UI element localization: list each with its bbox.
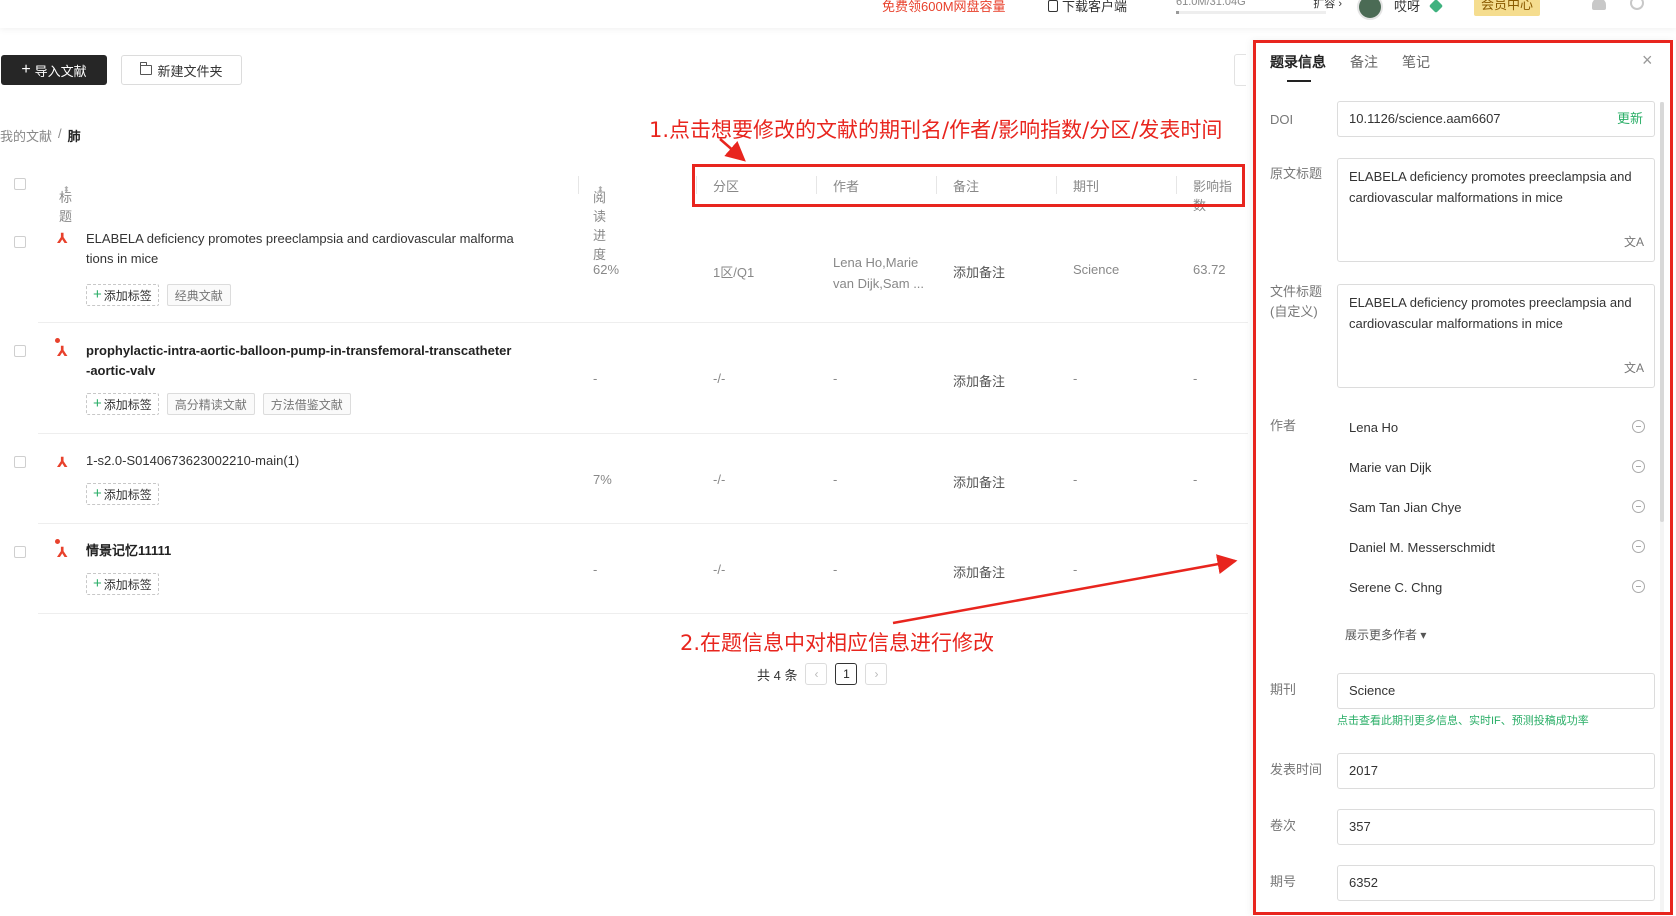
annotation-step2: 2.在题信息中对相应信息进行修改 <box>680 631 995 655</box>
breadcrumb-separator: / <box>58 126 62 141</box>
reading-progress: 62% <box>593 262 620 277</box>
annotation-step1: 1.点击想要修改的文献的期刊名/作者/影响指数/分区/发表时间 <box>649 118 1223 142</box>
add-note-link[interactable]: 添加备注 <box>953 562 1005 581</box>
row-checkbox[interactable] <box>14 456 26 468</box>
tag-list: + 添加标签 经典文献 <box>86 284 231 306</box>
journal-cell[interactable]: - <box>1073 562 1077 577</box>
literature-title[interactable]: 情景记忆11111 <box>86 541 514 561</box>
table-row[interactable]: ⅄ 1-s2.0-S0140673623002210-main(1) + 添加标签… <box>14 434 1248 524</box>
literature-title[interactable]: ELABELA deficiency promotes preeclampsia… <box>86 229 514 269</box>
add-tag-button[interactable]: + 添加标签 <box>86 573 159 595</box>
impact-cell[interactable]: - <box>1193 472 1197 487</box>
journal-cell[interactable]: - <box>1073 472 1077 487</box>
select-all-checkbox[interactable] <box>14 178 26 190</box>
collapsed-control[interactable] <box>1234 54 1246 86</box>
tag-list: + 添加标签 <box>86 573 159 595</box>
reading-progress: - <box>593 562 598 577</box>
free-storage-promo-link[interactable]: 免费领600M网盘容量 <box>882 0 1006 15</box>
folder-icon <box>140 62 153 75</box>
tag-list: + 添加标签 高分精读文献 方法借鉴文献 <box>86 393 351 415</box>
import-literature-button[interactable]: + 导入文献 <box>1 55 107 85</box>
annotation-panel-highlight <box>1253 40 1673 915</box>
tag-chip[interactable]: 方法借鉴文献 <box>262 393 351 415</box>
table-row[interactable]: ⅄ prophylactic-intra-aortic-balloon-pump… <box>14 323 1248 434</box>
impact-cell[interactable]: 63.72 <box>1193 262 1226 277</box>
vip-diamond-icon <box>1428 0 1444 14</box>
storage-usage: 61.0M/31.04G 扩容 › <box>1176 0 1342 14</box>
storage-text: 61.0M/31.04G <box>1176 0 1246 8</box>
row-checkbox[interactable] <box>14 546 26 558</box>
zone-cell[interactable]: -/- <box>713 472 725 487</box>
author-cell[interactable]: - <box>833 562 837 577</box>
plus-icon: + <box>93 485 102 502</box>
new-folder-button[interactable]: 新建文件夹 <box>121 55 242 85</box>
annotation-header-highlight <box>692 164 1245 207</box>
breadcrumb-current: 肺 <box>67 129 81 144</box>
author-cell[interactable]: - <box>833 371 837 386</box>
next-page-button[interactable]: › <box>865 663 888 685</box>
new-folder-label: 新建文件夹 <box>157 63 223 79</box>
avatar[interactable] <box>1357 0 1383 20</box>
reading-progress: 7% <box>593 472 612 487</box>
column-separator <box>578 176 579 194</box>
username[interactable]: 哎呀 <box>1394 0 1420 15</box>
pdf-icon: ⅄ <box>57 454 68 470</box>
sort-icon: ⬍ <box>63 185 70 194</box>
tag-chip[interactable]: 经典文献 <box>166 284 231 306</box>
pdf-icon: ⅄ <box>57 544 68 560</box>
zone-cell[interactable]: -/- <box>713 371 725 386</box>
tag-list: + 添加标签 <box>86 483 159 505</box>
author-cell[interactable]: - <box>833 472 837 487</box>
add-tag-button[interactable]: + 添加标签 <box>86 393 159 415</box>
table-row[interactable]: ⅄ 情景记忆11111 + 添加标签 - -/- - 添加备注 - <box>14 524 1248 614</box>
add-tag-label: 添加标签 <box>103 288 152 303</box>
download-client-button[interactable]: 下载客户端 <box>1048 0 1127 15</box>
download-client-label: 下载客户端 <box>1062 0 1128 14</box>
zone-cell[interactable]: -/- <box>713 562 725 577</box>
plus-icon: + <box>93 395 102 412</box>
journal-cell[interactable]: - <box>1073 371 1077 386</box>
storage-bar <box>1176 11 1326 14</box>
page-number[interactable]: 1 <box>835 663 858 685</box>
storage-bar-fill <box>1176 11 1179 14</box>
impact-cell[interactable]: - <box>1193 371 1197 386</box>
top-bar: 免费领600M网盘容量 下载客户端 61.0M/31.04G 扩容 › 哎呀 会… <box>0 0 1676 28</box>
add-note-link[interactable]: 添加备注 <box>953 472 1005 491</box>
plus-icon: + <box>93 575 102 592</box>
breadcrumb-root[interactable]: 我的文献 <box>0 126 52 145</box>
reading-progress: - <box>593 371 598 386</box>
add-tag-label: 添加标签 <box>103 577 152 592</box>
total-count: 共 4 条 <box>757 667 798 683</box>
import-label: 导入文献 <box>34 63 87 79</box>
member-center-button[interactable]: 会员中心 <box>1474 0 1540 16</box>
breadcrumb: 我的文献 / 肺 <box>0 126 81 145</box>
row-checkbox[interactable] <box>14 345 26 357</box>
add-tag-label: 添加标签 <box>103 487 152 502</box>
pagination: 共 4 条 ‹ 1 › <box>757 663 888 685</box>
pdf-icon: ⅄ <box>57 343 68 359</box>
literature-title[interactable]: prophylactic-intra-aortic-balloon-pump-i… <box>86 341 514 381</box>
bell-icon[interactable] <box>1592 0 1606 10</box>
table-row[interactable]: ⅄ ELABELA deficiency promotes preeclamps… <box>14 212 1248 323</box>
add-note-link[interactable]: 添加备注 <box>953 262 1005 281</box>
tag-chip[interactable]: 高分精读文献 <box>166 393 255 415</box>
plus-icon: + <box>21 61 31 78</box>
add-tag-button[interactable]: + 添加标签 <box>86 483 159 505</box>
headset-icon[interactable] <box>1630 0 1644 10</box>
literature-title[interactable]: 1-s2.0-S0140673623002210-main(1) <box>86 451 514 471</box>
add-note-link[interactable]: 添加备注 <box>953 371 1005 390</box>
expand-storage-link[interactable]: 扩容 › <box>1313 0 1342 11</box>
zone-cell[interactable]: 1区/Q1 <box>713 262 754 281</box>
phone-icon <box>1048 0 1058 12</box>
author-cell[interactable]: Lena Ho,Marie van Dijk,Sam ... <box>833 252 933 294</box>
add-tag-button[interactable]: + 添加标签 <box>86 284 159 306</box>
plus-icon: + <box>93 286 102 303</box>
journal-cell[interactable]: Science <box>1073 262 1119 277</box>
row-checkbox[interactable] <box>14 236 26 248</box>
pdf-icon: ⅄ <box>57 230 68 246</box>
prev-page-button[interactable]: ‹ <box>805 663 828 685</box>
add-tag-label: 添加标签 <box>103 397 152 412</box>
sort-icon: ⬍ <box>597 185 604 194</box>
